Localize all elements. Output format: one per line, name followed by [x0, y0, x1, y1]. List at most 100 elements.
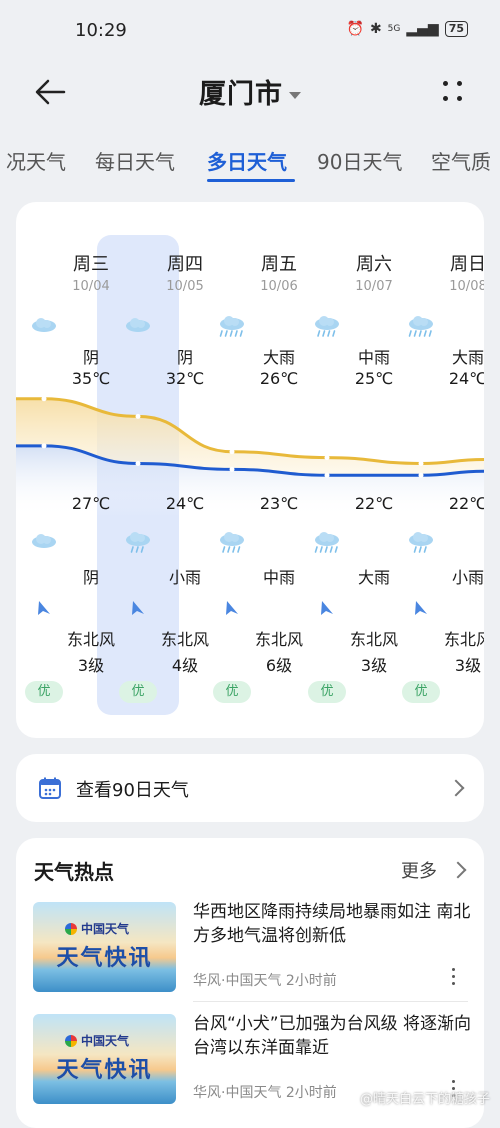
hot-title: 天气热点: [34, 860, 114, 884]
heavy-rain-icon: [407, 314, 435, 338]
forecast-weekday: 周六: [356, 254, 392, 275]
signal-icon: ▂▄▆: [406, 21, 439, 37]
tab-air-quality[interactable]: 空气质: [431, 146, 491, 175]
aqi-badge: 优: [25, 681, 63, 703]
high-temp: 24℃: [448, 369, 484, 388]
light-rain-icon: [124, 530, 152, 554]
aqi-badge: 优: [213, 681, 251, 703]
ninety-day-link[interactable]: 查看90日天气: [16, 754, 484, 822]
low-temp-point: [229, 466, 235, 472]
wind-direction: 东北风: [66, 630, 115, 649]
day-condition: 大雨: [262, 348, 295, 367]
low-temp-point: [418, 472, 424, 478]
tab-bar: 况天气 每日天气 多日天气 90日天气 空气质: [0, 146, 500, 186]
city-name: 厦门市: [199, 79, 283, 110]
forecast-weekday: 周三: [73, 254, 109, 275]
tab-90-day-weather[interactable]: 90日天气: [317, 146, 402, 175]
day-condition: 大雨: [451, 348, 484, 367]
light-rain-icon: [407, 530, 435, 554]
china-weather-logo-icon: [65, 1035, 77, 1047]
status-bar: 10:29 ⏰ ✱ 5G ▂▄▆ 75: [0, 0, 500, 60]
wind-level: 3级: [360, 656, 388, 675]
news-thumb-logo: 中国天气: [65, 920, 129, 937]
tab-multi-day-weather[interactable]: 多日天气: [207, 146, 287, 175]
high-temp-point: [135, 413, 141, 419]
high-temp: 25℃: [354, 369, 394, 388]
wind-direction-icon: [226, 601, 238, 615]
high-temp: 35℃: [71, 369, 111, 388]
hot-more-link[interactable]: 更多: [401, 857, 437, 883]
news-thumb-title: 天气快讯: [56, 1058, 153, 1083]
wind-direction-icon: [415, 601, 427, 615]
low-temp-point: [324, 472, 330, 478]
active-tab-indicator: [207, 179, 295, 182]
news-item[interactable]: 中国天气 天气快讯 华西地区降雨持续局地暴雨如注 南北方多地气温将创新低 华风·…: [16, 902, 484, 1010]
low-temp: 23℃: [259, 494, 299, 513]
wind-level: 3级: [77, 656, 105, 675]
high-temp-point: [41, 396, 47, 402]
forecast-date: 10/04: [72, 279, 110, 294]
cloud-icon: [30, 530, 58, 554]
night-condition: 小雨: [451, 568, 484, 587]
watermark: @晴天白云下的糖孩子: [359, 1092, 490, 1107]
city-selector[interactable]: 厦门市: [0, 72, 500, 111]
news-thumb-title: 天气快讯: [56, 946, 153, 971]
news-thumb-logo: 中国天气: [65, 1032, 129, 1049]
aqi-badge: 优: [308, 681, 346, 703]
news-thumbnail: 中国天气 天气快讯: [33, 1014, 176, 1104]
forecast-date: 10/06: [260, 279, 298, 294]
tab-current-weather[interactable]: 况天气: [6, 146, 66, 175]
status-time: 10:29: [75, 20, 127, 41]
wind-direction: 东北风: [160, 630, 209, 649]
forecast-date: 10/07: [355, 279, 393, 294]
forecast-weekday: 周四: [167, 254, 203, 275]
tab-daily-weather[interactable]: 每日天气: [95, 146, 175, 175]
aqi-badge: 优: [119, 681, 157, 703]
low-temp-point: [41, 443, 47, 449]
news-title: 华西地区降雨持续局地暴雨如注 南北方多地气温将创新低: [193, 902, 471, 946]
forecast-card: 周三 10/04 阴 35℃ 27℃ 阴东北风 3级优 周四 10/05 阴 32℃ 24℃ 小雨 东北风…: [16, 202, 484, 738]
low-temp: 27℃: [71, 494, 111, 513]
weather-hot-card: 天气热点 更多 中国天气 天气快讯 华西地区降雨持续局地暴雨如注 南北方多地气温…: [16, 838, 484, 1128]
high-temp-point: [418, 460, 424, 466]
calendar-icon: [39, 777, 61, 799]
network-label: 5G: [387, 24, 401, 34]
wind-level: 3级: [454, 656, 482, 675]
news-divider: [193, 1001, 468, 1002]
moderate-rain-icon: [313, 314, 341, 338]
news-thumbnail: 中国天气 天气快讯: [33, 902, 176, 992]
wind-level: 6级: [265, 656, 293, 675]
chevron-right-icon: [447, 779, 465, 797]
bluetooth-icon: ✱: [369, 21, 382, 37]
low-temp: 22℃: [354, 494, 394, 513]
night-condition: 阴: [82, 568, 99, 587]
low-temp-point: [135, 460, 141, 466]
wind-direction: 东北风: [349, 630, 398, 649]
wind-direction: 东北风: [254, 630, 303, 649]
china-weather-logo-icon: [65, 923, 77, 935]
news-options-icon[interactable]: [452, 968, 456, 986]
battery-icon: 75: [444, 21, 468, 37]
news-title: 台风“小犬”已加强为台风级 将逐渐向台湾以东洋面靠近: [193, 1014, 472, 1058]
ninety-day-label: 查看90日天气: [76, 780, 189, 801]
high-temp: 26℃: [259, 369, 299, 388]
wind-direction-icon: [132, 601, 144, 615]
news-meta: 华风·中国天气 2小时前: [193, 1085, 337, 1101]
wind-direction: 东北风: [443, 630, 484, 649]
forecast-weekday: 周日: [450, 254, 484, 275]
more-menu-icon[interactable]: [441, 80, 465, 104]
low-temp: 24℃: [165, 494, 205, 513]
high-temp-point: [324, 455, 330, 461]
wind-level: 4级: [171, 656, 199, 675]
high-temp: 32℃: [165, 369, 205, 388]
night-condition: 小雨: [168, 568, 201, 587]
wind-direction-icon: [38, 601, 50, 615]
day-condition: 中雨: [357, 348, 390, 367]
day-condition: 阴: [82, 348, 99, 367]
status-icons: ⏰ ✱ 5G ▂▄▆ 75: [346, 21, 468, 37]
high-temp-point: [229, 449, 235, 455]
heavy-rain-icon: [313, 530, 341, 554]
alarm-icon: ⏰: [346, 21, 364, 37]
chevron-right-icon[interactable]: [449, 861, 467, 879]
moderate-rain-icon: [218, 530, 246, 554]
